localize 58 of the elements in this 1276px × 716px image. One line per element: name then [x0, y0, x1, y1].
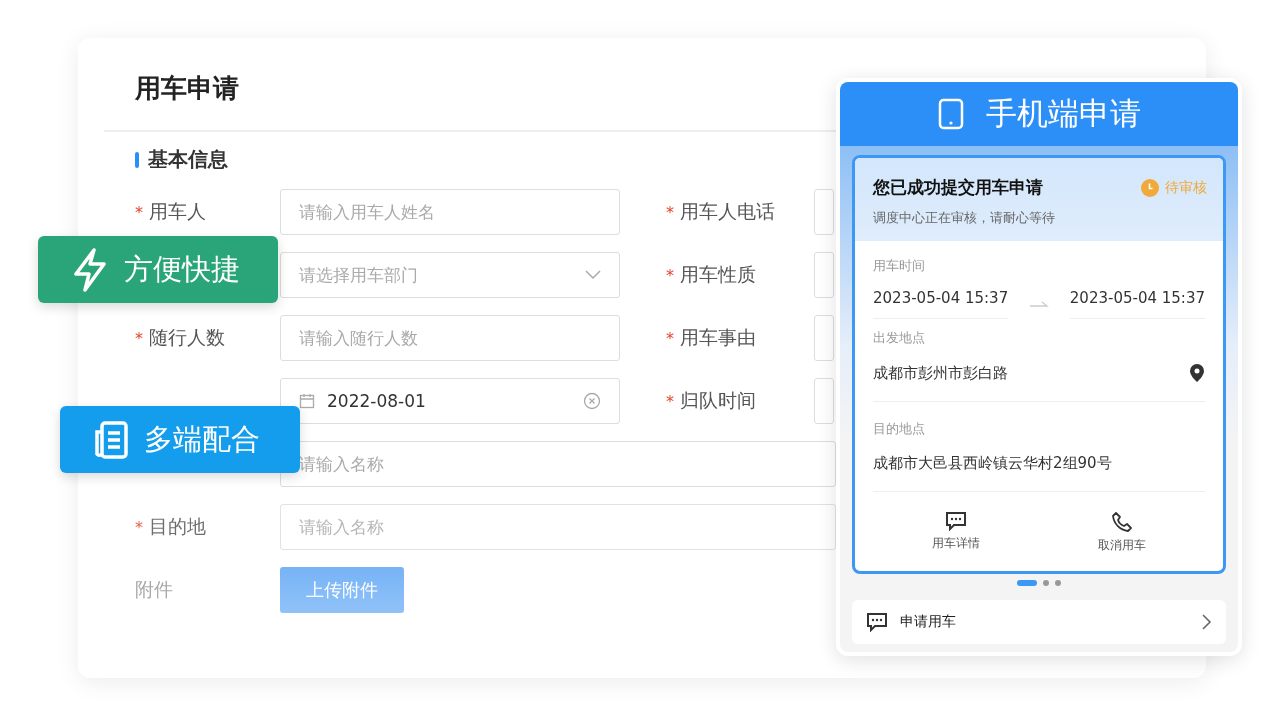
input-field[interactable]: 请输入名称: [280, 504, 836, 550]
input-field[interactable]: [814, 252, 834, 298]
input-field[interactable]: 请输入用车人姓名: [280, 189, 620, 235]
start-time: 2023-05-04 15:37: [873, 289, 1009, 319]
clear-icon[interactable]: [583, 392, 601, 410]
required-mark: *: [666, 391, 674, 411]
select-field[interactable]: 请选择用车部门: [280, 252, 620, 298]
input-field[interactable]: [814, 378, 834, 424]
status-tag: 待审核: [1165, 178, 1207, 197]
input-field[interactable]: 请输入随行人数: [280, 315, 620, 361]
field-label: 用车事由: [680, 325, 756, 350]
input-field[interactable]: 请输入名称: [280, 441, 836, 487]
end-time: 2023-05-04 15:37: [1069, 289, 1205, 319]
input-field[interactable]: [814, 189, 834, 235]
clock-icon: [1141, 178, 1159, 197]
required-mark: *: [135, 202, 143, 222]
form-title: 用车申请: [134, 72, 240, 105]
upload-button[interactable]: 上传附件: [280, 567, 404, 613]
document-icon: [92, 419, 130, 460]
location-pin-icon: [1189, 363, 1205, 383]
required-mark: *: [135, 328, 143, 348]
section-marker: [135, 151, 139, 168]
message-icon: [945, 511, 967, 531]
info-label: 目的地点: [873, 420, 926, 438]
required-mark: *: [135, 517, 143, 537]
pager-dot[interactable]: [1043, 580, 1049, 586]
status-title: 您已成功提交用车申请: [873, 176, 1043, 199]
action-button[interactable]: 用车详情: [926, 510, 986, 555]
field-label: 目的地: [149, 514, 206, 539]
input-field[interactable]: [814, 315, 834, 361]
required-mark: *: [666, 202, 674, 222]
required-mark: *: [666, 328, 674, 348]
field-label: 随行人数: [149, 325, 225, 350]
field-label: 用车人电话: [680, 199, 775, 224]
chevron-down-icon: [585, 270, 601, 280]
departure-address: 成都市彭州市彭白路: [873, 363, 1008, 383]
field-label: 归队时间: [680, 388, 756, 413]
required-mark: *: [666, 265, 674, 285]
phone-call-icon: [1111, 511, 1133, 533]
pager-dot[interactable]: [1055, 580, 1061, 586]
field-label: 用车人: [149, 199, 206, 224]
status-subtitle: 调度中心正在审核，请耐心等待: [873, 209, 1056, 227]
info-label: 用车时间: [873, 257, 926, 275]
section-title: 基本信息: [148, 146, 228, 173]
chevron-right-icon: [1202, 614, 1212, 630]
phone-icon: [937, 98, 964, 130]
apply-row[interactable]: 申请用车: [852, 600, 1226, 644]
action-button[interactable]: 取消用车: [1092, 510, 1152, 555]
message-icon: [866, 612, 888, 632]
feature-badge: 方便快捷: [38, 236, 278, 303]
field-label: 附件: [135, 577, 173, 602]
info-label: 出发地点: [873, 329, 926, 347]
destination-address: 成都市大邑县西岭镇云华村2组90号: [873, 454, 1112, 473]
phone-title: 手机端申请: [985, 94, 1141, 133]
date-field[interactable]: 2022-08-01: [280, 378, 620, 424]
field-label: 用车性质: [680, 262, 756, 287]
calendar-icon: [299, 393, 315, 409]
feature-badge: 多端配合: [60, 406, 300, 473]
